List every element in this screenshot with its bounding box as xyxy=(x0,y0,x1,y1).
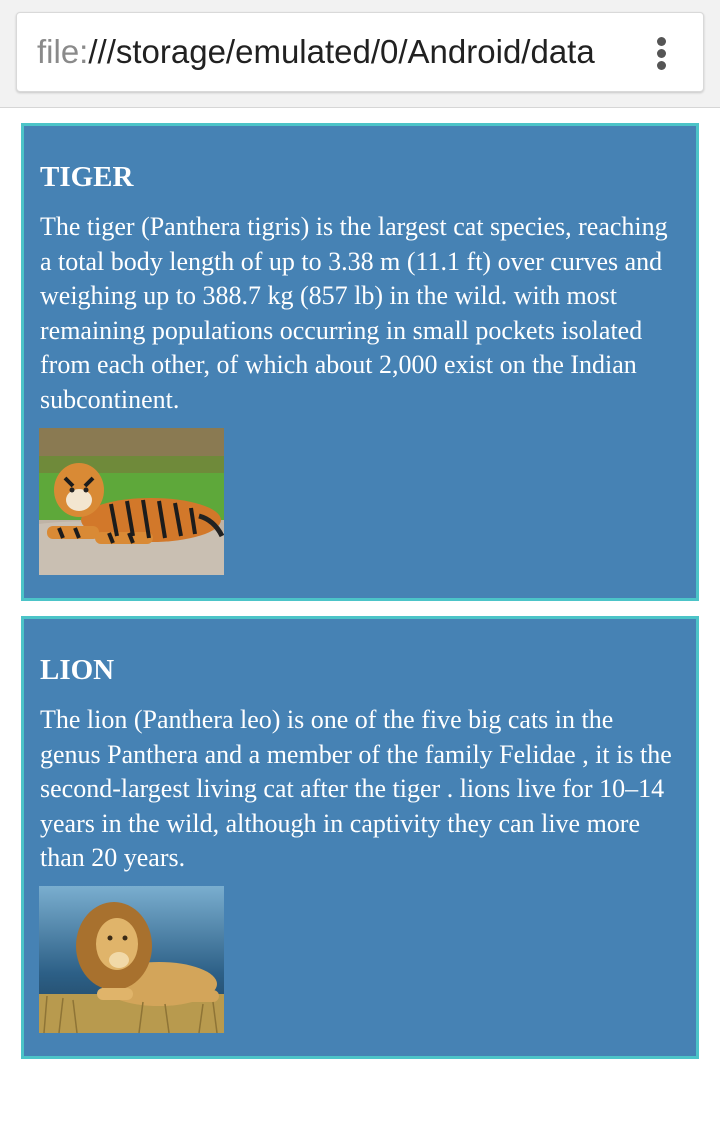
card-title: LION xyxy=(40,654,115,686)
tiger-card: TIGER The tiger (Panthera tigris) is the… xyxy=(21,123,699,601)
url-text[interactable]: file:///storage/emulated/0/Android/data xyxy=(37,13,629,91)
card-title: TIGER xyxy=(40,161,134,193)
url-bar[interactable]: file:///storage/emulated/0/Android/data xyxy=(16,12,704,92)
card-description: The tiger (Panthera tigris) is the large… xyxy=(40,212,668,414)
menu-dot xyxy=(657,37,666,46)
lion-card: LION The lion (Panthera leo) is one of t… xyxy=(21,616,699,1059)
lion-image xyxy=(39,886,224,1033)
url-path: ///storage/emulated/0/Android/data xyxy=(88,33,595,70)
more-vert-icon[interactable] xyxy=(641,33,681,73)
browser-toolbar: file:///storage/emulated/0/Android/data xyxy=(0,0,720,108)
card-description: The lion (Panthera leo) is one of the fi… xyxy=(40,705,672,873)
url-scheme: file: xyxy=(37,33,89,70)
tiger-photo xyxy=(39,428,224,575)
tiger-image xyxy=(39,428,224,575)
lion-photo xyxy=(39,886,224,1033)
menu-dot xyxy=(657,49,666,58)
menu-dot xyxy=(657,61,666,70)
